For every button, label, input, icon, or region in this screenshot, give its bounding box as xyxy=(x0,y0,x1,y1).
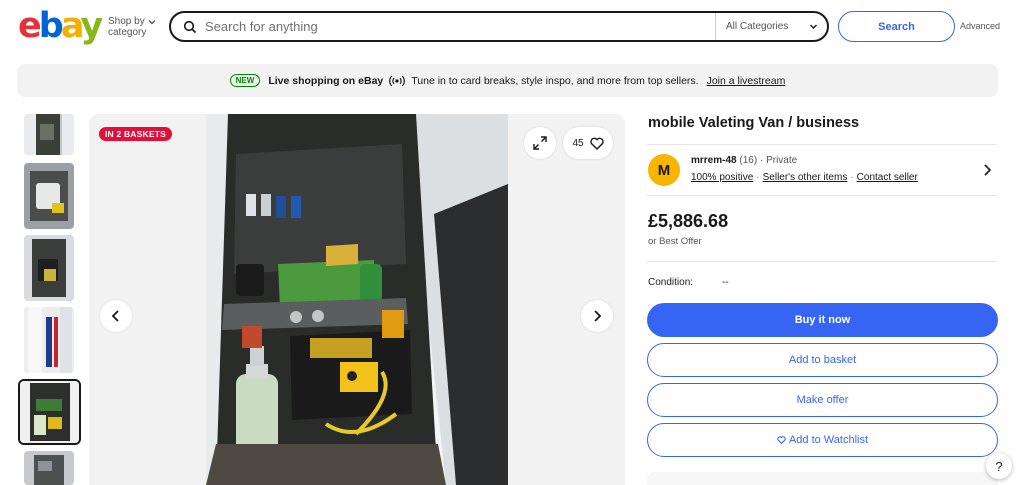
add-to-basket-button[interactable]: Add to basket xyxy=(647,343,998,377)
item-price: £5,886.68 xyxy=(648,211,729,231)
logo-letter-a: a xyxy=(60,6,83,46)
thumbnail-5-selected[interactable] xyxy=(18,379,81,445)
chevron-right-icon xyxy=(594,310,602,322)
watch-count: 45 xyxy=(572,137,584,149)
seller-other-items-link[interactable]: Seller's other items xyxy=(763,172,848,183)
condition-label: Condition: xyxy=(648,277,694,288)
best-offer-note: or Best Offer xyxy=(648,236,702,247)
new-badge: NEW xyxy=(229,74,261,87)
van-interior-photo[interactable] xyxy=(206,114,508,485)
next-image-button[interactable] xyxy=(581,300,613,332)
seller-feedback-count: (16) xyxy=(739,155,758,166)
heart-icon xyxy=(589,137,604,150)
watchlist-label: Add to Watchlist xyxy=(788,434,869,446)
chevron-right-icon[interactable] xyxy=(983,164,991,176)
seller-links: 100% positive · Seller's other items · Conta… xyxy=(691,172,918,183)
separator-dot: · xyxy=(759,155,764,166)
thumbnail-6[interactable] xyxy=(24,451,74,485)
logo-letter-y: y xyxy=(80,6,103,46)
contact-seller-link[interactable]: Contact seller xyxy=(857,172,918,183)
join-livestream-link[interactable]: Join a livestream xyxy=(707,75,786,87)
promo-text: Tune in to card breaks, style inspo, and… xyxy=(411,74,699,87)
bottom-info-card xyxy=(647,472,998,485)
divider xyxy=(647,261,997,262)
make-offer-button[interactable]: Make offer xyxy=(647,383,998,417)
shop-by-line2: category xyxy=(108,27,147,38)
chevron-down-icon xyxy=(810,24,817,29)
condition-value: -- xyxy=(722,277,729,288)
item-title: mobile Valeting Van / business xyxy=(648,115,860,131)
thumbnail-1[interactable] xyxy=(24,114,74,155)
chevron-left-icon xyxy=(111,310,119,322)
ebay-logo[interactable]: ebay xyxy=(18,6,103,46)
main-image-viewer: IN 2 BASKETS 45 xyxy=(89,114,625,485)
thumbnail-4[interactable] xyxy=(24,307,74,373)
van-photo-thumbnail xyxy=(24,307,74,373)
search-bar: All Categories xyxy=(169,11,829,42)
positive-feedback-link[interactable]: 100% positive xyxy=(691,172,753,183)
logo-letter-b: b xyxy=(38,6,64,46)
shop-by-category[interactable]: Shop by category xyxy=(108,16,146,38)
add-to-watchlist-button[interactable]: Add to Watchlist xyxy=(647,423,998,457)
van-photo-thumbnail xyxy=(24,114,74,155)
van-photo-thumbnail xyxy=(24,235,74,301)
seller-card[interactable]: M mrrem-48 (16) · Private 100% positive ·… xyxy=(647,144,997,196)
shop-by-line1: Shop by xyxy=(108,16,145,27)
category-select[interactable]: All Categories xyxy=(715,13,827,40)
expand-icon xyxy=(533,136,547,150)
in-baskets-badge: IN 2 BASKETS xyxy=(99,127,172,141)
van-photo-thumbnail xyxy=(24,163,74,229)
van-photo-thumbnail xyxy=(20,381,79,443)
heart-icon xyxy=(777,436,786,444)
separator-dot: · xyxy=(756,172,760,183)
seller-info: mrrem-48 (16) · Private xyxy=(691,155,797,166)
buy-it-now-button[interactable]: Buy it now xyxy=(647,303,998,337)
logo-letter-e: e xyxy=(18,6,42,46)
live-broadcast-icon xyxy=(389,75,406,86)
thumbnail-3[interactable] xyxy=(24,235,74,301)
seller-type: Private xyxy=(766,155,798,166)
seller-avatar[interactable]: M xyxy=(648,154,680,186)
advanced-search-link[interactable]: Advanced xyxy=(960,21,1000,31)
help-button[interactable]: ? xyxy=(986,453,1012,479)
separator-dot: · xyxy=(850,172,854,183)
category-select-label: All Categories xyxy=(726,21,789,32)
chevron-down-icon[interactable] xyxy=(148,18,156,26)
promo-banner: NEW Live shopping on eBay Tune in to car… xyxy=(17,64,998,97)
promo-title: Live shopping on eBay xyxy=(268,74,384,87)
seller-name[interactable]: mrrem-48 xyxy=(691,155,737,166)
thumbnail-2[interactable] xyxy=(24,163,74,229)
expand-button[interactable] xyxy=(524,127,556,159)
search-button[interactable]: Search xyxy=(838,11,955,42)
search-input[interactable] xyxy=(205,19,715,34)
van-photo-thumbnail xyxy=(24,451,74,485)
search-icon xyxy=(183,20,197,33)
watch-count-button[interactable]: 45 xyxy=(563,127,613,159)
previous-image-button[interactable] xyxy=(100,300,132,332)
